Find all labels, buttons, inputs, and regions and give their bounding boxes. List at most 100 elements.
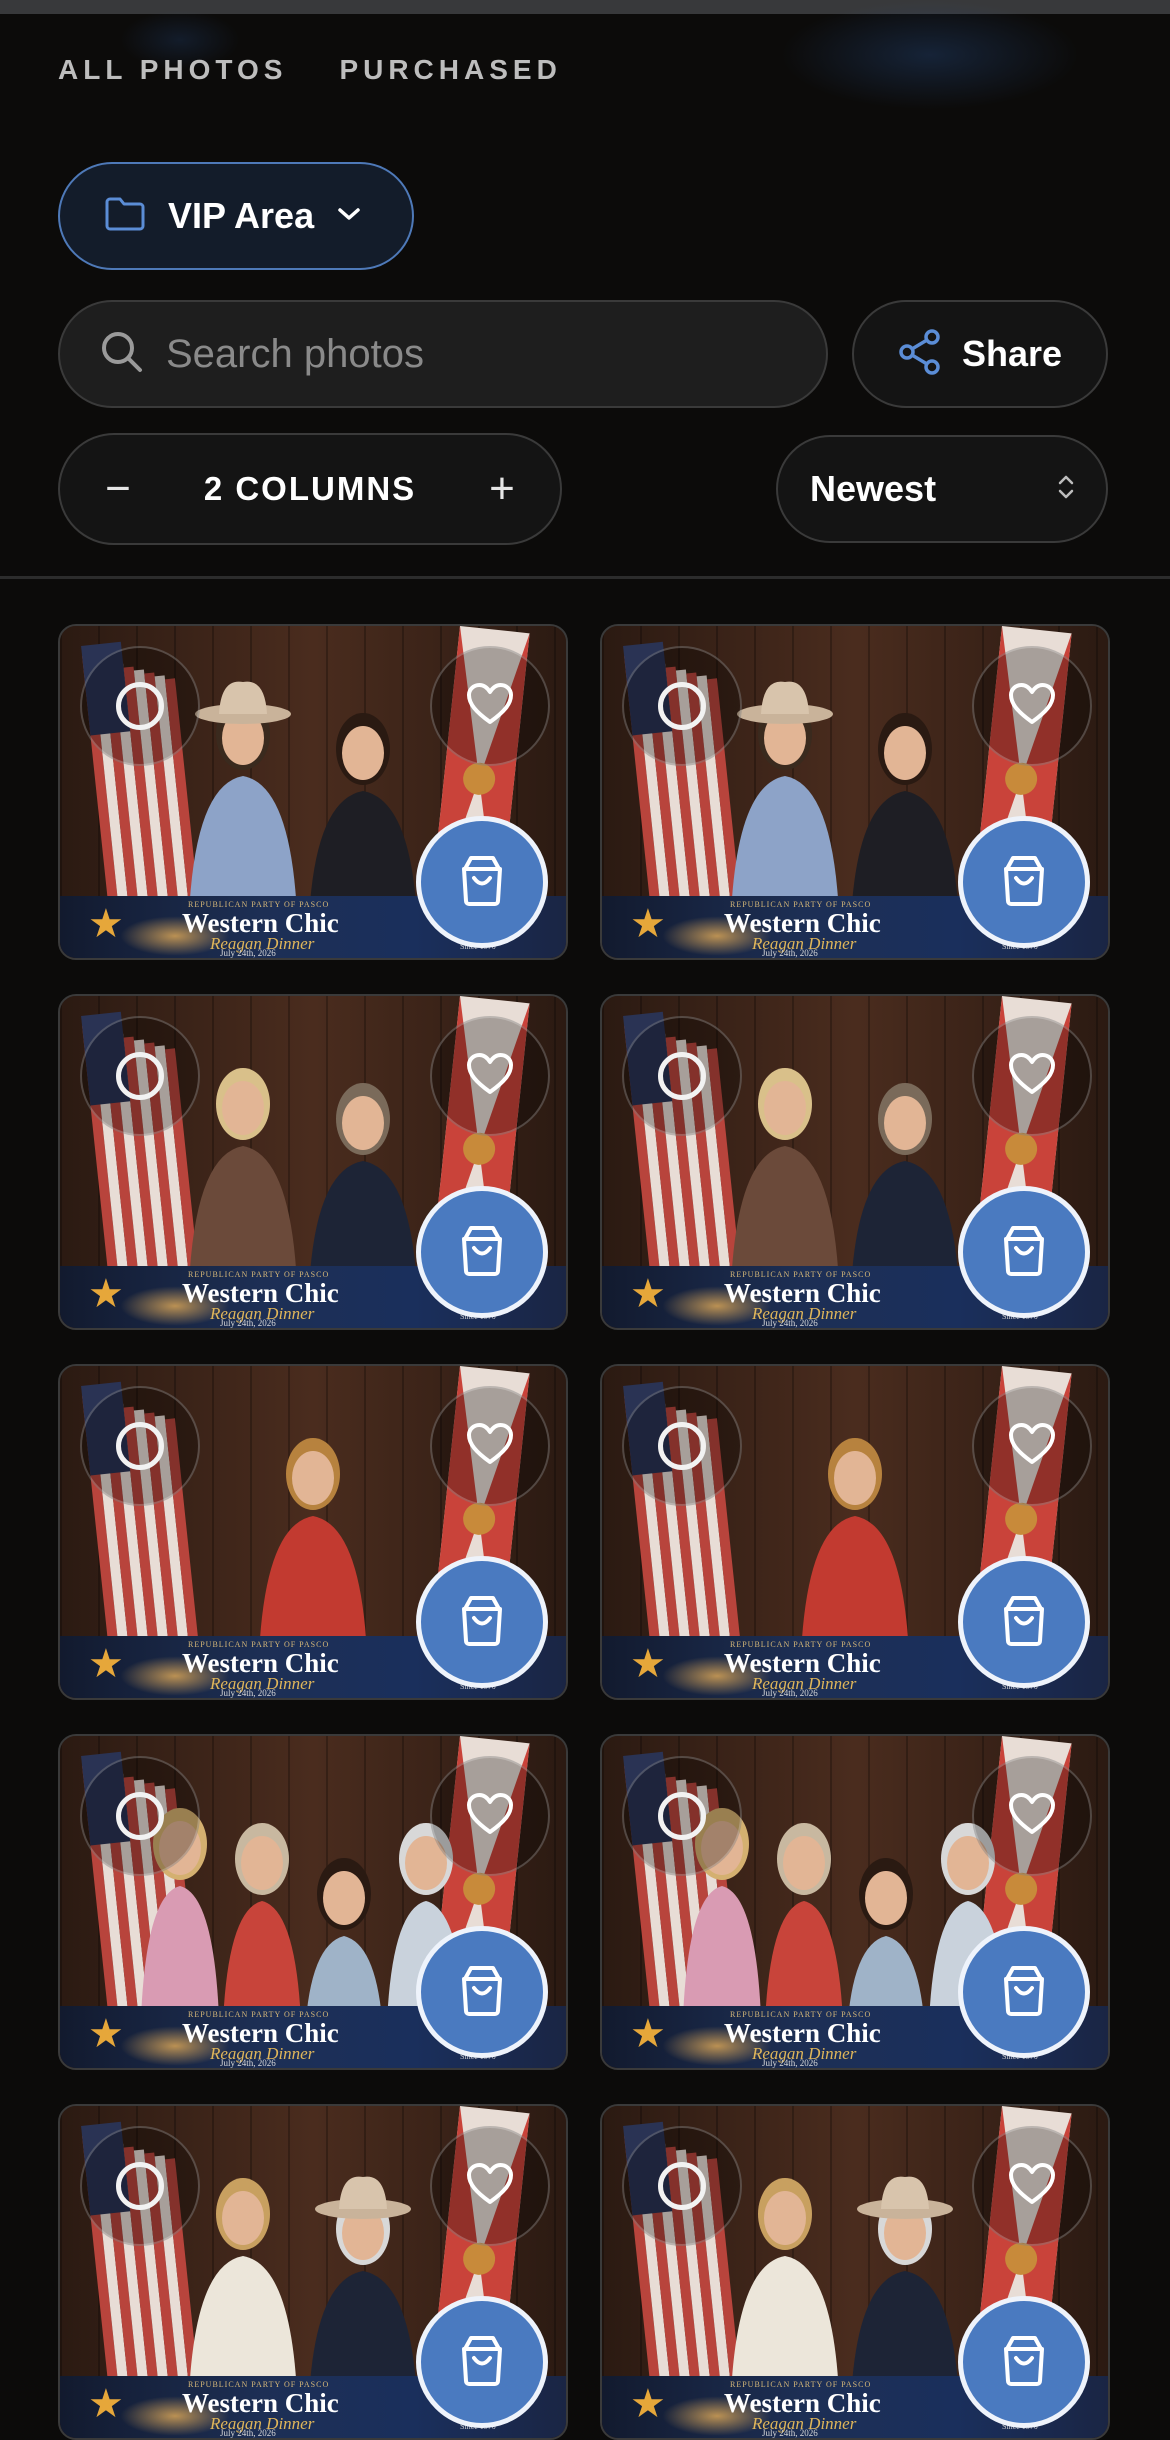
star-icon: ★ <box>630 2382 666 2426</box>
photo-card[interactable]: ★ REPUBLICAN PARTY OF PASCO Western Chic Re… <box>600 994 1110 1330</box>
circle-icon <box>116 2162 164 2210</box>
add-to-cart-button[interactable] <box>416 1926 548 2058</box>
circle-icon <box>116 1422 164 1470</box>
favorite-button[interactable] <box>972 646 1092 766</box>
favorite-button[interactable] <box>972 2126 1092 2246</box>
heart-icon <box>466 2162 514 2211</box>
star-icon: ★ <box>88 1272 124 1316</box>
share-icon <box>898 328 942 380</box>
photo-card[interactable]: ★ REPUBLICAN PARTY OF PASCO Western Chic Re… <box>58 2104 568 2440</box>
photo-grid: ★ REPUBLICAN PARTY OF PASCO Western Chic Re… <box>58 624 1110 2440</box>
favorite-button[interactable] <box>430 1016 550 1136</box>
column-stepper: − 2 COLUMNS + <box>58 433 562 545</box>
photo-card[interactable]: ★ REPUBLICAN PARTY OF PASCO Western Chic Re… <box>58 1364 568 1700</box>
star-icon: ★ <box>630 1642 666 1686</box>
select-photo-button[interactable] <box>622 1386 742 1506</box>
sort-selected-value: Newest <box>810 468 937 509</box>
decrease-columns-button[interactable]: − <box>98 467 138 511</box>
add-to-cart-button[interactable] <box>416 2296 548 2428</box>
banner-date: July 24th, 2026 <box>220 948 276 958</box>
photo-card[interactable]: ★ REPUBLICAN PARTY OF PASCO Western Chic Re… <box>600 2104 1110 2440</box>
add-to-cart-button[interactable] <box>958 1556 1090 1688</box>
star-icon: ★ <box>630 902 666 946</box>
search-input[interactable] <box>166 331 786 377</box>
star-icon: ★ <box>88 1642 124 1686</box>
photo-card[interactable]: ★ REPUBLICAN PARTY OF PASCO Western Chic Re… <box>58 624 568 960</box>
add-to-cart-button[interactable] <box>416 1186 548 1318</box>
photo-tabs: ALL PHOTOS PURCHASED <box>58 54 562 86</box>
banner-date: July 24th, 2026 <box>762 1688 818 1698</box>
select-photo-button[interactable] <box>622 1756 742 1876</box>
heart-icon <box>1008 1792 1056 1841</box>
favorite-button[interactable] <box>430 1756 550 1876</box>
banner-date: July 24th, 2026 <box>762 2058 818 2068</box>
tab-all-photos[interactable]: ALL PHOTOS <box>58 54 287 86</box>
photo-card[interactable]: ★ REPUBLICAN PARTY OF PASCO Western Chic Re… <box>600 1364 1110 1700</box>
heart-icon <box>1008 2162 1056 2211</box>
banner-date: July 24th, 2026 <box>220 2058 276 2068</box>
tab-purchased[interactable]: PURCHASED <box>339 54 561 86</box>
star-icon: ★ <box>630 2012 666 2056</box>
banner-date: July 24th, 2026 <box>762 1318 818 1328</box>
shopping-bag-icon <box>457 1223 507 1282</box>
heart-icon <box>466 1792 514 1841</box>
add-to-cart-button[interactable] <box>958 816 1090 948</box>
share-label: Share <box>961 333 1063 374</box>
add-to-cart-button[interactable] <box>958 2296 1090 2428</box>
heart-icon <box>466 682 514 731</box>
increase-columns-button[interactable]: + <box>482 467 522 511</box>
sort-select[interactable]: Newest <box>776 435 1108 543</box>
photo-card[interactable]: ★ REPUBLICAN PARTY OF PASCO Western Chic Re… <box>58 1734 568 2070</box>
star-icon: ★ <box>88 2012 124 2056</box>
add-to-cart-button[interactable] <box>416 816 548 948</box>
add-to-cart-button[interactable] <box>958 1186 1090 1318</box>
favorite-button[interactable] <box>972 1386 1092 1506</box>
shopping-bag-icon <box>999 1963 1049 2022</box>
favorite-button[interactable] <box>430 1386 550 1506</box>
photo-card[interactable]: ★ REPUBLICAN PARTY OF PASCO Western Chic Re… <box>600 1734 1110 2070</box>
star-icon: ★ <box>88 902 124 946</box>
shopping-bag-icon <box>999 1593 1049 1652</box>
banner-date: July 24th, 2026 <box>220 1318 276 1328</box>
add-to-cart-button[interactable] <box>958 1926 1090 2058</box>
share-button[interactable]: Share <box>852 300 1108 408</box>
shopping-bag-icon <box>999 2333 1049 2392</box>
circle-icon <box>658 1052 706 1100</box>
select-photo-button[interactable] <box>80 2126 200 2246</box>
select-photo-button[interactable] <box>622 1016 742 1136</box>
search-icon <box>100 330 144 379</box>
select-photo-button[interactable] <box>80 646 200 766</box>
circle-icon <box>658 682 706 730</box>
favorite-button[interactable] <box>430 646 550 766</box>
heart-icon <box>1008 1052 1056 1101</box>
shopping-bag-icon <box>457 1963 507 2022</box>
photo-card[interactable]: ★ REPUBLICAN PARTY OF PASCO Western Chic Re… <box>600 624 1110 960</box>
heart-icon <box>466 1052 514 1101</box>
select-photo-button[interactable] <box>622 2126 742 2246</box>
banner-date: July 24th, 2026 <box>762 2428 818 2438</box>
shopping-bag-icon <box>999 853 1049 912</box>
select-photo-button[interactable] <box>80 1756 200 1876</box>
circle-icon <box>116 682 164 730</box>
circle-icon <box>116 1052 164 1100</box>
shopping-bag-icon <box>999 1223 1049 1282</box>
folder-selector-button[interactable]: VIP Area <box>58 162 414 270</box>
favorite-button[interactable] <box>972 1756 1092 1876</box>
photo-card[interactable]: ★ REPUBLICAN PARTY OF PASCO Western Chic Re… <box>58 994 568 1330</box>
circle-icon <box>658 1422 706 1470</box>
star-icon: ★ <box>630 1272 666 1316</box>
select-photo-button[interactable] <box>622 646 742 766</box>
column-count-label: 2 COLUMNS <box>203 470 417 507</box>
chevron-down-icon <box>336 205 362 228</box>
favorite-button[interactable] <box>430 2126 550 2246</box>
folder-icon <box>104 196 146 237</box>
heart-icon <box>1008 682 1056 731</box>
star-icon: ★ <box>88 2382 124 2426</box>
add-to-cart-button[interactable] <box>416 1556 548 1688</box>
select-photo-button[interactable] <box>80 1386 200 1506</box>
shopping-bag-icon <box>457 853 507 912</box>
banner-date: July 24th, 2026 <box>220 1688 276 1698</box>
select-photo-button[interactable] <box>80 1016 200 1136</box>
favorite-button[interactable] <box>972 1016 1092 1136</box>
shopping-bag-icon <box>457 2333 507 2392</box>
